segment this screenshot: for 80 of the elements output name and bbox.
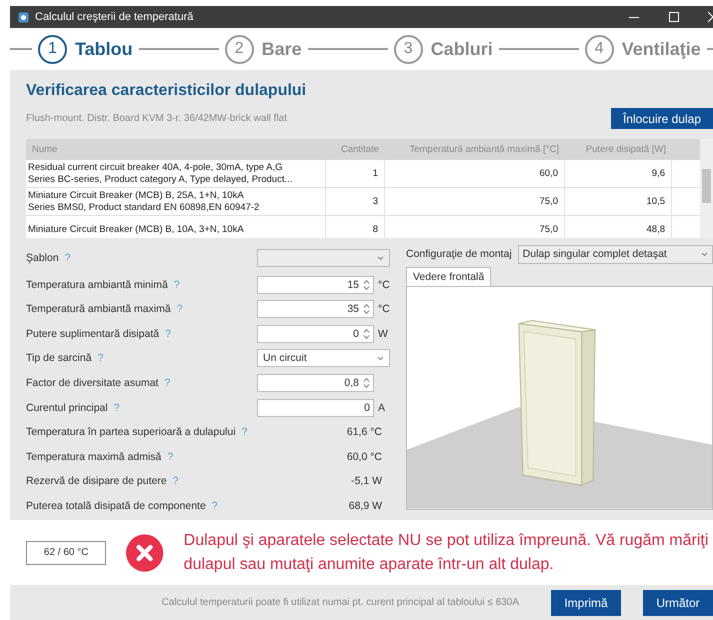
field-label: Temperatură ambiantă maximă ? [26, 303, 183, 316]
step-tab[interactable]: 3 Cabluri [394, 34, 493, 64]
column-header: Nume [31, 144, 58, 155]
column-header: Putere disipată [W] [584, 144, 667, 155]
mounting-label: Configuraţie de montaj [406, 248, 512, 260]
spinner-arrows-icon[interactable] [363, 328, 370, 340]
table-cell: Miniature Circuit Breaker (MCB) B, 25A, 1+N, 10kA Series BMS0, Product standard EN 60898,EN 60947-2 [26, 188, 326, 215]
field-label: Puterea totală disipată de componente ? [26, 500, 218, 512]
cabinet-name: Flush-mount. Distr. Board KVM 3-r. 36/42MW-brick wall flat [26, 113, 288, 124]
spin-field[interactable]: 0 [257, 324, 374, 343]
spinner-arrows-icon[interactable] [363, 303, 370, 316]
readout-value: -5,1 W [350, 475, 382, 488]
footer-button[interactable]: Următor [643, 590, 713, 616]
field-label: Rezervă de disipare de putere ? [26, 475, 179, 488]
help-mark: ? [176, 303, 183, 316]
field-label: Tip de sarcină ? [26, 352, 104, 364]
view-tab[interactable]: Vedere frontală [406, 267, 492, 286]
readout-value: 60,0 °C [346, 450, 382, 463]
table-cell: 75,0 [385, 216, 565, 238]
table-cell: 3 [326, 188, 385, 215]
field-label: Factor de diversitate asumat ? [26, 377, 170, 390]
help-mark: ? [172, 475, 179, 488]
close-icon[interactable] [708, 11, 713, 23]
table-cell: Miniature Circuit Breaker (MCB) B, 10A, 3+N, 10kA [26, 216, 326, 238]
readout-value: 61,6 °C [346, 426, 382, 438]
field-label: Temperatura ambiantă minimă ? [26, 278, 180, 291]
help-mark: ? [165, 328, 171, 340]
table-cell: 1 [326, 160, 385, 187]
window-title: Calculul creşterii de temperatură [35, 11, 194, 23]
mounting-dropdown[interactable]: Dulap singular complet detaşat [518, 244, 713, 264]
step-tab[interactable]: 4 Ventilaţie [584, 34, 701, 64]
step-tab[interactable]: 1 Tablou [38, 34, 133, 64]
column-header: Cantitate [340, 144, 380, 155]
unit-label: A [378, 402, 386, 414]
spin-field[interactable]: 15 [257, 276, 374, 294]
help-mark: ? [167, 450, 174, 463]
scrollbar[interactable] [700, 139, 713, 238]
dropdown[interactable]: Un circuit [257, 349, 390, 368]
help-mark: ? [64, 252, 71, 264]
chevron-down-icon [701, 252, 708, 257]
spin-field[interactable]: 0,8 [257, 374, 374, 392]
column-header: Temperatură ambiantă maximă [°C] [408, 144, 560, 155]
field-label: Şablon ? [26, 252, 71, 264]
temperature-readout: 62 / 60 °C [26, 540, 106, 564]
spinner-arrows-icon[interactable] [363, 377, 370, 390]
help-mark: ? [174, 278, 180, 291]
app-icon [18, 12, 29, 22]
table-cell: 48,8 [565, 216, 672, 238]
readout-value: 68,9 W [348, 500, 382, 512]
help-mark: ? [164, 377, 170, 390]
chevron-down-icon [377, 256, 384, 261]
field-label: Temperatura în partea superioară a dulapului ? [26, 426, 248, 438]
maximize-icon[interactable] [668, 11, 680, 23]
help-mark: ? [212, 500, 218, 512]
unit-label: W [378, 328, 388, 340]
error-message: Dulapul şi aparatele selectate NU se pot utiliza împreună. Vă rugăm măriţi dulapul sau mutaţi anumite aparate într-un alt dulap. [184, 530, 710, 574]
chevron-down-icon [377, 356, 384, 361]
table-cell: 75,0 [385, 188, 565, 215]
footer-note: Calculul temperaturii poate fi utilizat numai pt. curent principal al tabloului ≤ 630A [162, 597, 519, 608]
field-label: Putere suplimentară disipată ? [26, 328, 171, 340]
table-cell: Residual current circuit breaker 40A, 4-pole, 30mA, type A,G Series BC-series, Product category A, Type delayed, Product... [26, 160, 326, 187]
unit-label: °C [378, 278, 390, 291]
input-field[interactable]: 0 [257, 398, 374, 417]
step-tab[interactable]: 2 Bare [224, 34, 302, 64]
help-mark: ? [242, 426, 248, 438]
field-label: Temperatura maximă admisă ? [26, 450, 174, 463]
help-mark: ? [114, 402, 120, 414]
table-cell: 60,0 [385, 160, 565, 187]
replace-button[interactable]: Înlocuire dulap [610, 108, 713, 129]
table-cell: 9,6 [565, 160, 672, 187]
spin-field[interactable]: 35 [257, 300, 374, 318]
unit-label: °C [378, 303, 390, 316]
section-title: Verificarea caracteristicilor dulapului [26, 82, 308, 100]
table-cell: 8 [326, 216, 385, 238]
help-mark: ? [98, 352, 104, 364]
field-label: Curentul principal ? [26, 402, 120, 414]
table-cell: 10,5 [565, 188, 672, 215]
footer-button[interactable]: Imprimă [551, 590, 621, 616]
error-icon [126, 534, 164, 572]
spinner-arrows-icon[interactable] [363, 278, 370, 291]
